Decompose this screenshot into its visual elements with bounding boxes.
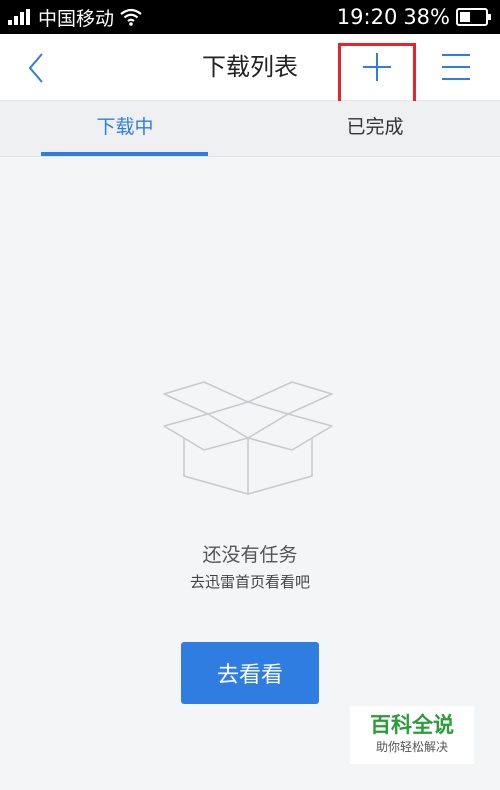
status-left: 中国移动	[8, 0, 142, 34]
tab-downloading[interactable]: 下载中	[0, 101, 250, 156]
go-watch-button[interactable]: 去看看	[181, 642, 319, 704]
battery-percent: 38%	[403, 5, 450, 29]
status-right: 19:20 38%	[337, 0, 492, 34]
signal-icon	[8, 9, 30, 25]
empty-title: 还没有任务	[202, 544, 298, 566]
menu-icon	[442, 54, 470, 80]
add-task-button[interactable]	[358, 48, 396, 86]
carrier-name: 中国移动	[38, 7, 115, 30]
back-button[interactable]	[20, 48, 56, 88]
tab-completed[interactable]: 已完成	[250, 101, 500, 156]
plus-icon	[363, 53, 391, 81]
chevron-left-icon	[28, 53, 43, 83]
tab-bar: 下载中 已完成	[0, 101, 500, 157]
nav-bar: 下载列表	[0, 34, 500, 101]
watermark-slogan: 助你轻松解决	[375, 740, 448, 754]
menu-button[interactable]	[440, 52, 472, 82]
empty-box-icon	[163, 381, 333, 495]
battery-icon	[456, 8, 491, 26]
watermark-logo: 百科全说	[370, 713, 454, 737]
empty-subtitle: 去迅雷首页看看吧	[189, 573, 310, 591]
page-title: 下载列表	[202, 53, 298, 81]
active-tab-indicator	[41, 152, 208, 156]
status-bar: 中国移动 19:20 38%	[0, 0, 500, 34]
wifi-icon	[120, 8, 142, 26]
watermark: 百科全说 助你轻松解决	[350, 706, 474, 764]
clock: 19:20	[336, 5, 398, 29]
